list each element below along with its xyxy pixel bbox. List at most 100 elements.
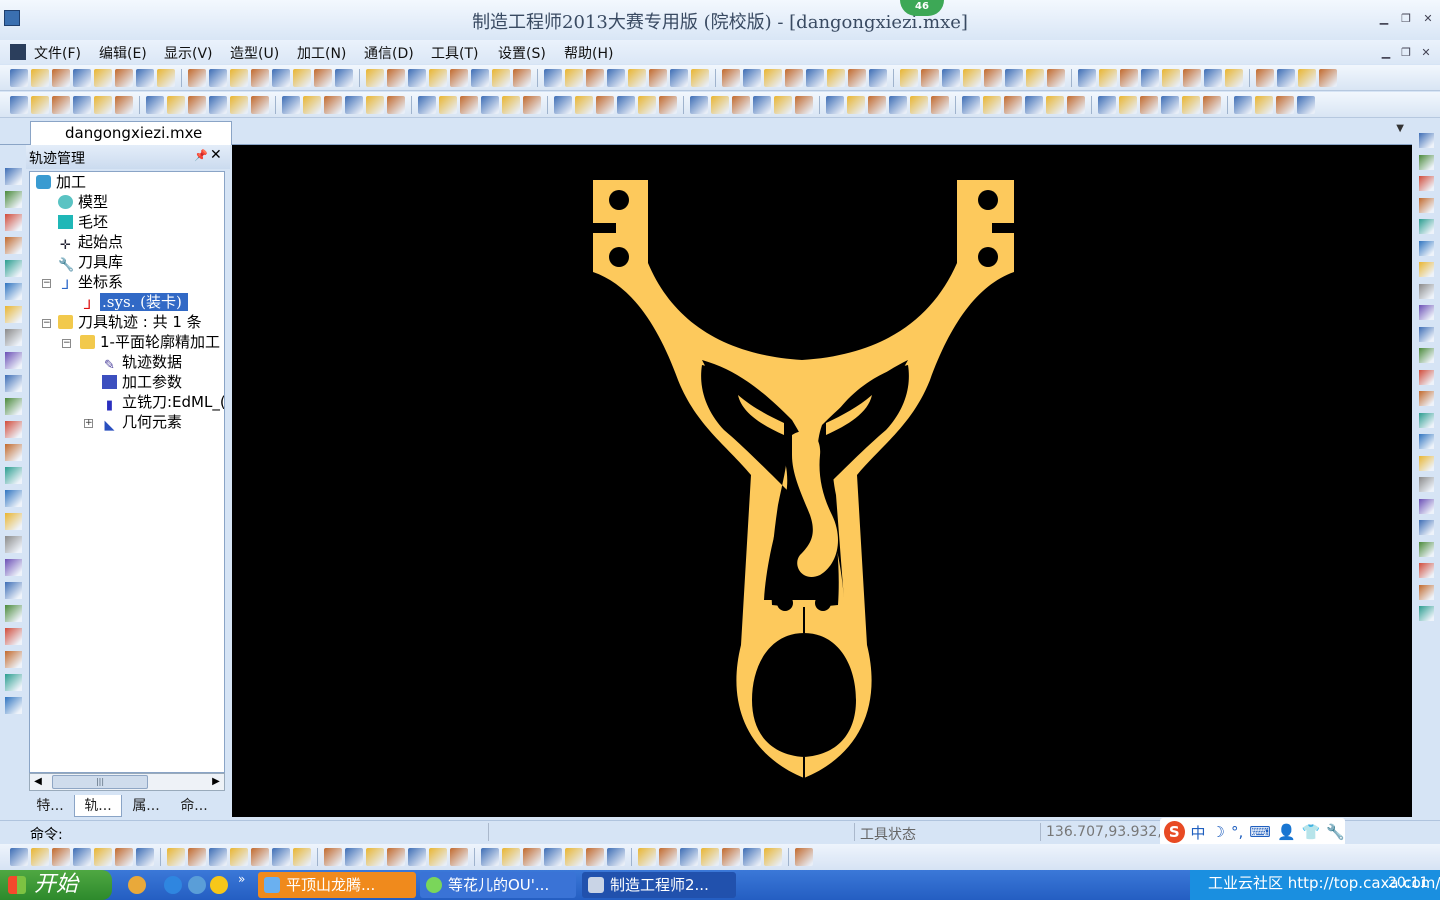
standard-tool-icon[interactable] xyxy=(10,69,28,87)
minimize-icon[interactable]: ▁ xyxy=(1376,12,1392,26)
left-tool-icon[interactable] xyxy=(5,260,22,277)
curve-edit-tool-icon[interactable] xyxy=(408,848,426,866)
machining-tool-icon[interactable] xyxy=(732,96,750,114)
curve-edit-tool-icon[interactable] xyxy=(10,848,28,866)
machining-tool-icon[interactable] xyxy=(146,96,164,114)
machining-tool-icon[interactable] xyxy=(230,96,248,114)
standard-tool-icon[interactable] xyxy=(785,69,803,87)
ime-chinese-mode[interactable]: 中 xyxy=(1191,822,1206,843)
standard-tool-icon[interactable] xyxy=(921,69,939,87)
tree-node-trajectory-data[interactable]: ✎ 轨迹数据 xyxy=(102,352,182,373)
standard-tool-icon[interactable] xyxy=(1183,69,1201,87)
machining-tool-icon[interactable] xyxy=(868,96,886,114)
pin-icon[interactable]: 📌 xyxy=(194,149,208,162)
right-tool-icon[interactable] xyxy=(1419,455,1434,471)
standard-tool-icon[interactable] xyxy=(869,69,887,87)
left-tool-icon[interactable] xyxy=(5,283,22,300)
scroll-left-icon[interactable]: ◀ xyxy=(30,774,46,790)
standard-tool-icon[interactable] xyxy=(1204,69,1222,87)
machining-tool-icon[interactable] xyxy=(31,96,49,114)
standard-tool-icon[interactable] xyxy=(565,69,583,87)
right-tool-icon[interactable] xyxy=(1419,219,1434,234)
left-tool-icon[interactable] xyxy=(5,306,22,323)
curve-edit-tool-icon[interactable] xyxy=(607,848,625,866)
machining-tool-icon[interactable] xyxy=(1255,96,1273,114)
machining-tool-icon[interactable] xyxy=(1161,96,1179,114)
standard-tool-icon[interactable] xyxy=(1005,69,1023,87)
curve-edit-tool-icon[interactable] xyxy=(345,848,363,866)
left-tool-icon[interactable] xyxy=(5,444,22,461)
curve-edit-tool-icon[interactable] xyxy=(324,848,342,866)
standard-tool-icon[interactable] xyxy=(52,69,70,87)
tab-commands[interactable]: 命... xyxy=(170,795,218,817)
menu-machining[interactable]: 加工(N) xyxy=(297,43,346,63)
standard-tool-icon[interactable] xyxy=(251,69,269,87)
machining-tool-icon[interactable] xyxy=(795,96,813,114)
machining-tool-icon[interactable] xyxy=(690,96,708,114)
tree-node-coordinate-system[interactable]: ⅃ 坐标系 xyxy=(58,272,123,293)
quicklaunch-icon-1[interactable] xyxy=(128,876,146,894)
tree-node-toolpath-1[interactable]: 1-平面轮廓精加工 xyxy=(80,332,220,352)
restore-icon[interactable]: ❐ xyxy=(1398,12,1414,26)
standard-tool-icon[interactable] xyxy=(1120,69,1138,87)
standard-tool-icon[interactable] xyxy=(230,69,248,87)
machining-tool-icon[interactable] xyxy=(1025,96,1043,114)
right-tool-icon[interactable] xyxy=(1419,391,1434,406)
task-button-1[interactable]: 平顶山龙腾... xyxy=(258,872,416,898)
left-tool-icon[interactable] xyxy=(5,168,22,185)
machining-tool-icon[interactable] xyxy=(10,96,28,114)
curve-edit-tool-icon[interactable] xyxy=(586,848,604,866)
machining-tool-icon[interactable] xyxy=(282,96,300,114)
left-tool-icon[interactable] xyxy=(5,513,22,530)
left-tool-icon[interactable] xyxy=(5,697,22,714)
left-tool-icon[interactable] xyxy=(5,605,22,622)
curve-edit-tool-icon[interactable] xyxy=(293,848,311,866)
standard-tool-icon[interactable] xyxy=(1256,69,1274,87)
machining-tool-icon[interactable] xyxy=(1140,96,1158,114)
tree-node-end-mill[interactable]: ▮ 立铣刀:EdML_( xyxy=(102,392,224,413)
standard-tool-icon[interactable] xyxy=(586,69,604,87)
standard-tool-icon[interactable] xyxy=(31,69,49,87)
right-tool-icon[interactable] xyxy=(1419,541,1434,557)
standard-tool-icon[interactable] xyxy=(649,69,667,87)
left-tool-icon[interactable] xyxy=(5,191,22,208)
machining-tool-icon[interactable] xyxy=(366,96,384,114)
left-tool-icon[interactable] xyxy=(5,559,22,576)
standard-tool-icon[interactable] xyxy=(1225,69,1243,87)
curve-edit-tool-icon[interactable] xyxy=(638,848,656,866)
right-tool-icon[interactable] xyxy=(1419,434,1434,449)
document-icon[interactable] xyxy=(10,44,26,60)
right-tool-icon[interactable] xyxy=(1419,369,1434,385)
standard-tool-icon[interactable] xyxy=(115,69,133,87)
tree-node-toolpaths[interactable]: 刀具轨迹 : 共 1 条 xyxy=(58,312,202,332)
collapse-toolpaths[interactable]: − xyxy=(42,319,51,328)
doc-close-icon[interactable]: ✕ xyxy=(1418,46,1434,60)
machining-tool-icon[interactable] xyxy=(931,96,949,114)
curve-edit-tool-icon[interactable] xyxy=(94,848,112,866)
panel-close-icon[interactable]: ✕ xyxy=(210,147,222,163)
machining-tool-icon[interactable] xyxy=(910,96,928,114)
left-tool-icon[interactable] xyxy=(5,237,22,254)
standard-tool-icon[interactable] xyxy=(1319,69,1337,87)
doc-restore-icon[interactable]: ❐ xyxy=(1398,46,1414,60)
menu-help[interactable]: 帮助(H) xyxy=(564,43,613,63)
machining-tool-icon[interactable] xyxy=(1297,96,1315,114)
standard-tool-icon[interactable] xyxy=(1298,69,1316,87)
curve-edit-tool-icon[interactable] xyxy=(701,848,719,866)
machining-tool-icon[interactable] xyxy=(460,96,478,114)
machining-tool-icon[interactable] xyxy=(554,96,572,114)
standard-tool-icon[interactable] xyxy=(848,69,866,87)
machining-tool-icon[interactable] xyxy=(73,96,91,114)
machining-tool-icon[interactable] xyxy=(303,96,321,114)
right-tool-icon[interactable] xyxy=(1419,240,1434,256)
tree-node-machining[interactable]: 加工 xyxy=(36,172,86,192)
standard-tool-icon[interactable] xyxy=(272,69,290,87)
machining-tool-icon[interactable] xyxy=(1119,96,1137,114)
machining-tool-icon[interactable] xyxy=(638,96,656,114)
machining-tool-icon[interactable] xyxy=(387,96,405,114)
standard-tool-icon[interactable] xyxy=(722,69,740,87)
standard-tool-icon[interactable] xyxy=(513,69,531,87)
curve-edit-tool-icon[interactable] xyxy=(502,848,520,866)
machining-tool-icon[interactable] xyxy=(188,96,206,114)
right-tool-icon[interactable] xyxy=(1419,477,1434,492)
